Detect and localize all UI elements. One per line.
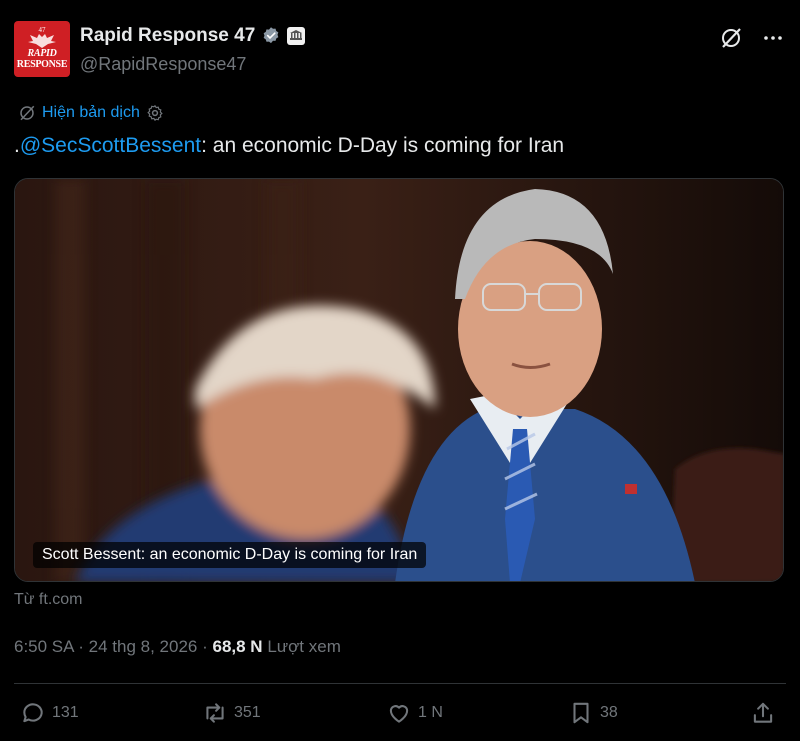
avatar[interactable]: 47 RAPID RESPONSE <box>14 21 70 77</box>
views-count: 68,8 N <box>212 637 263 656</box>
like-button[interactable]: 1 N <box>386 700 443 726</box>
gear-icon[interactable] <box>146 104 164 122</box>
mention-link[interactable]: @SecScottBessent <box>20 134 201 157</box>
header-actions <box>718 25 786 51</box>
article-photo <box>15 179 783 581</box>
repost-button[interactable]: 351 <box>202 700 261 726</box>
translate-label[interactable]: Hiện bản dịch <box>42 104 140 122</box>
bookmark-icon <box>573 702 589 724</box>
verified-badge-icon[interactable] <box>261 26 281 46</box>
meta-separator: · <box>197 637 213 656</box>
reply-count: 131 <box>52 704 79 721</box>
grok-slash-icon[interactable] <box>718 25 744 51</box>
avatar-line2: RESPONSE <box>16 59 68 70</box>
tweet-meta: 6:50 SA · 24 thg 8, 2026 · 68,8 N Lượt x… <box>14 637 341 657</box>
divider <box>14 683 786 684</box>
tweet-header: 47 RAPID RESPONSE Rapid Response 47 @Rap… <box>14 21 786 77</box>
bookmark-count: 38 <box>600 704 618 721</box>
like-count: 1 N <box>418 704 443 721</box>
tweet-time[interactable]: 6:50 SA <box>14 637 74 656</box>
name-row: Rapid Response 47 <box>80 25 306 47</box>
tweet-body: : an economic D-Day is coming for Iran <box>201 134 565 157</box>
more-dots-icon[interactable] <box>760 25 786 51</box>
avatar-line1: RAPID <box>27 48 57 59</box>
heart-icon <box>389 705 409 723</box>
card-source[interactable]: Từ ft.com <box>14 591 83 609</box>
avatar-number: 47 <box>38 26 46 34</box>
repost-count: 351 <box>234 704 261 721</box>
handle[interactable]: @RapidResponse47 <box>80 54 246 75</box>
action-bar: 131 351 1 N 38 <box>14 700 786 732</box>
eagle-icon <box>28 34 56 48</box>
repost-icon <box>206 703 224 723</box>
affiliation-badge-icon[interactable] <box>287 27 306 45</box>
reply-icon <box>23 703 43 723</box>
translate-icon <box>20 105 35 121</box>
views-label: Lượt xem <box>267 637 341 656</box>
bookmark-button[interactable]: 38 <box>568 700 618 726</box>
meta-separator: · <box>73 637 89 656</box>
reply-button[interactable]: 131 <box>20 700 79 726</box>
share-button[interactable] <box>750 700 776 726</box>
display-name[interactable]: Rapid Response 47 <box>80 25 255 47</box>
tweet-date[interactable]: 24 thg 8, 2026 <box>89 637 198 656</box>
link-card-media[interactable] <box>14 178 784 582</box>
show-translation[interactable]: Hiện bản dịch <box>18 104 164 122</box>
tweet-text: .@SecScottBessent: an economic D-Day is … <box>14 134 564 158</box>
media-caption: Scott Bessent: an economic D-Day is comi… <box>33 542 427 568</box>
share-icon <box>753 702 773 723</box>
